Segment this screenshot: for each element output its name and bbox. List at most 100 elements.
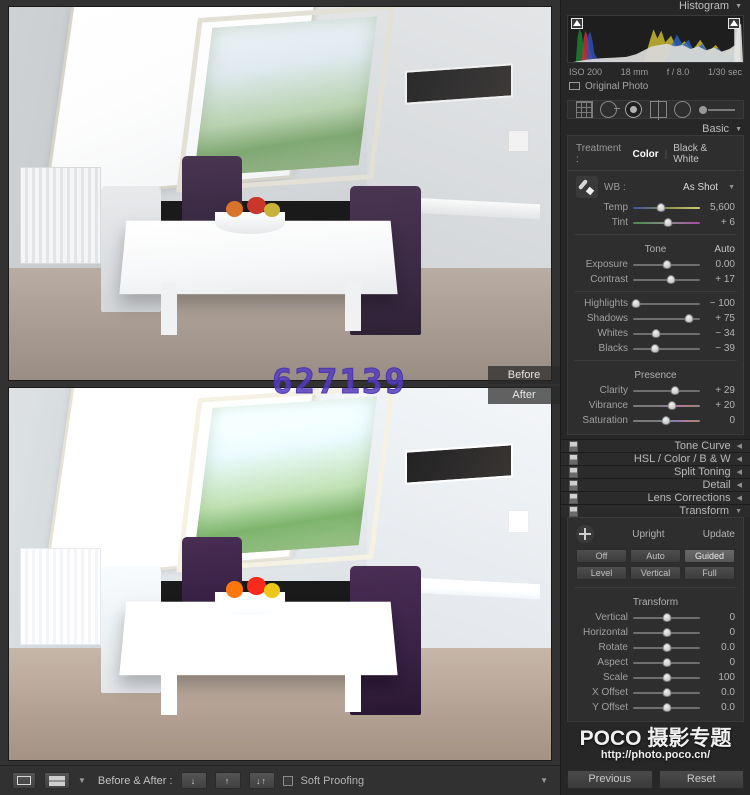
slider-tint[interactable]: Tint + 6 [568, 215, 743, 230]
slider-highlights[interactable]: Highlights − 100 [568, 296, 743, 311]
panel-toggle-switch[interactable] [569, 505, 578, 517]
slider-temp[interactable]: Temp 5,600 [568, 200, 743, 215]
copy-before-to-after-button[interactable]: ↓ [180, 772, 207, 789]
highlight-clipping-indicator[interactable] [728, 17, 740, 29]
upright-guided-button[interactable]: Guided [684, 549, 735, 564]
previous-button[interactable]: Previous [567, 769, 653, 789]
histogram-header[interactable]: Histogram ▼ [561, 0, 750, 13]
chevron-left-icon[interactable]: ◀ [737, 442, 742, 450]
slider-knob[interactable] [667, 401, 677, 411]
slider-track[interactable] [633, 642, 700, 653]
slider-vibrance[interactable]: Vibrance + 20 [568, 398, 743, 413]
slider-knob[interactable] [656, 203, 666, 213]
wb-preset-value[interactable]: As Shot [632, 182, 722, 193]
slider-track[interactable] [633, 259, 700, 270]
slider-shadows[interactable]: Shadows + 75 [568, 311, 743, 326]
slider-clarity[interactable]: Clarity + 29 [568, 383, 743, 398]
chevron-left-icon[interactable]: ◀ [737, 481, 742, 489]
slider-track[interactable] [633, 328, 700, 339]
panel-toggle-switch[interactable] [569, 440, 578, 452]
slider-knob[interactable] [662, 703, 671, 713]
slider-rotate[interactable]: Rotate 0.0 [568, 640, 743, 655]
slider-scale[interactable]: Scale 100 [568, 670, 743, 685]
slider-track[interactable] [633, 627, 700, 638]
slider-saturation[interactable]: Saturation 0 [568, 413, 743, 428]
basic-header[interactable]: Basic ▼ [561, 122, 750, 136]
radial-filter-icon[interactable] [674, 100, 692, 118]
loupe-view-button[interactable] [12, 772, 36, 789]
slider-track[interactable] [633, 702, 700, 713]
spot-removal-icon[interactable] [600, 100, 621, 118]
slider-track[interactable] [633, 274, 700, 285]
slider-track[interactable] [633, 415, 700, 426]
copy-after-to-before-button[interactable]: ↑ [214, 772, 241, 789]
reset-button[interactable]: Reset [658, 769, 744, 789]
slider-track[interactable] [633, 687, 700, 698]
slider-knob[interactable] [662, 673, 671, 683]
slider-track[interactable] [633, 657, 700, 668]
auto-tone-button[interactable]: Auto [714, 244, 735, 255]
slider-track[interactable] [633, 612, 700, 623]
slider-knob[interactable] [662, 260, 671, 270]
upright-level-button[interactable]: Level [576, 566, 627, 581]
histogram-graph[interactable] [567, 14, 744, 63]
slider-knob[interactable] [662, 658, 671, 668]
slider-knob[interactable] [684, 314, 694, 324]
upright-tool-icon[interactable] [576, 525, 594, 544]
slider-knob[interactable] [661, 416, 671, 426]
slider-exposure[interactable]: Exposure 0.00 [568, 257, 743, 272]
slider-blacks[interactable]: Blacks − 39 [568, 341, 743, 356]
upright-update-button[interactable]: Update [703, 529, 735, 540]
graduated-filter-icon[interactable] [649, 99, 667, 120]
chevron-left-icon[interactable]: ◀ [737, 455, 742, 463]
red-eye-icon[interactable] [625, 100, 643, 118]
slider-y-offset[interactable]: Y Offset 0.0 [568, 700, 743, 715]
treatment-bw-option[interactable]: Black & White [673, 143, 735, 165]
slider-track[interactable] [633, 385, 700, 396]
upright-full-button[interactable]: Full [684, 566, 735, 581]
toolbar-collapse-chevron-icon[interactable]: ▼ [540, 776, 548, 785]
upright-vertical-button[interactable]: Vertical [630, 566, 681, 581]
slider-track[interactable] [633, 202, 700, 213]
chevron-left-icon[interactable]: ◀ [737, 468, 742, 476]
slider-x-offset[interactable]: X Offset 0.0 [568, 685, 743, 700]
panel-lens-corrections[interactable]: Lens Corrections ◀ [561, 491, 750, 505]
soft-proofing-checkbox[interactable] [282, 775, 293, 786]
treatment-color-option[interactable]: Color [633, 149, 659, 160]
slider-knob[interactable] [666, 275, 676, 285]
slider-track[interactable] [633, 343, 700, 354]
slider-knob[interactable] [662, 643, 671, 653]
panel-hsl-color-bw[interactable]: HSL / Color / B & W ◀ [561, 452, 750, 466]
after-photo[interactable] [8, 386, 552, 761]
panel-transform[interactable]: Transform ▼ [561, 504, 750, 518]
slider-track[interactable] [633, 313, 700, 324]
slider-track[interactable] [633, 217, 700, 228]
slider-knob[interactable] [670, 386, 680, 396]
shadow-clipping-indicator[interactable] [571, 17, 583, 29]
slider-knob[interactable] [662, 613, 671, 623]
slider-knob[interactable] [650, 344, 660, 354]
chevron-down-icon[interactable]: ▼ [735, 508, 742, 515]
chevron-left-icon[interactable]: ◀ [737, 494, 742, 502]
upright-off-button[interactable]: Off [576, 549, 627, 564]
before-after-view-button[interactable] [44, 772, 70, 789]
before-after-view[interactable]: Before After [0, 0, 560, 765]
panel-tone-curve[interactable]: Tone Curve ◀ [561, 439, 750, 453]
original-photo-row[interactable]: Original Photo [561, 79, 750, 96]
panel-detail[interactable]: Detail ◀ [561, 478, 750, 492]
slider-vertical[interactable]: Vertical 0 [568, 610, 743, 625]
upright-auto-button[interactable]: Auto [630, 549, 681, 564]
panel-toggle-switch[interactable] [569, 466, 578, 478]
panel-split-toning[interactable]: Split Toning ◀ [561, 465, 750, 479]
slider-aspect[interactable]: Aspect 0 [568, 655, 743, 670]
view-mode-chevron-icon[interactable]: ▼ [78, 776, 86, 785]
slider-knob[interactable] [631, 299, 641, 309]
slider-knob[interactable] [662, 628, 671, 638]
before-photo[interactable] [8, 6, 552, 381]
brush-slider-icon[interactable] [699, 105, 736, 114]
chevron-down-icon[interactable]: ▼ [735, 3, 742, 10]
slider-knob[interactable] [663, 218, 673, 228]
swap-before-after-button[interactable]: ↓↑ [248, 772, 275, 789]
panel-toggle-switch[interactable] [569, 492, 578, 504]
slider-track[interactable] [631, 298, 700, 309]
